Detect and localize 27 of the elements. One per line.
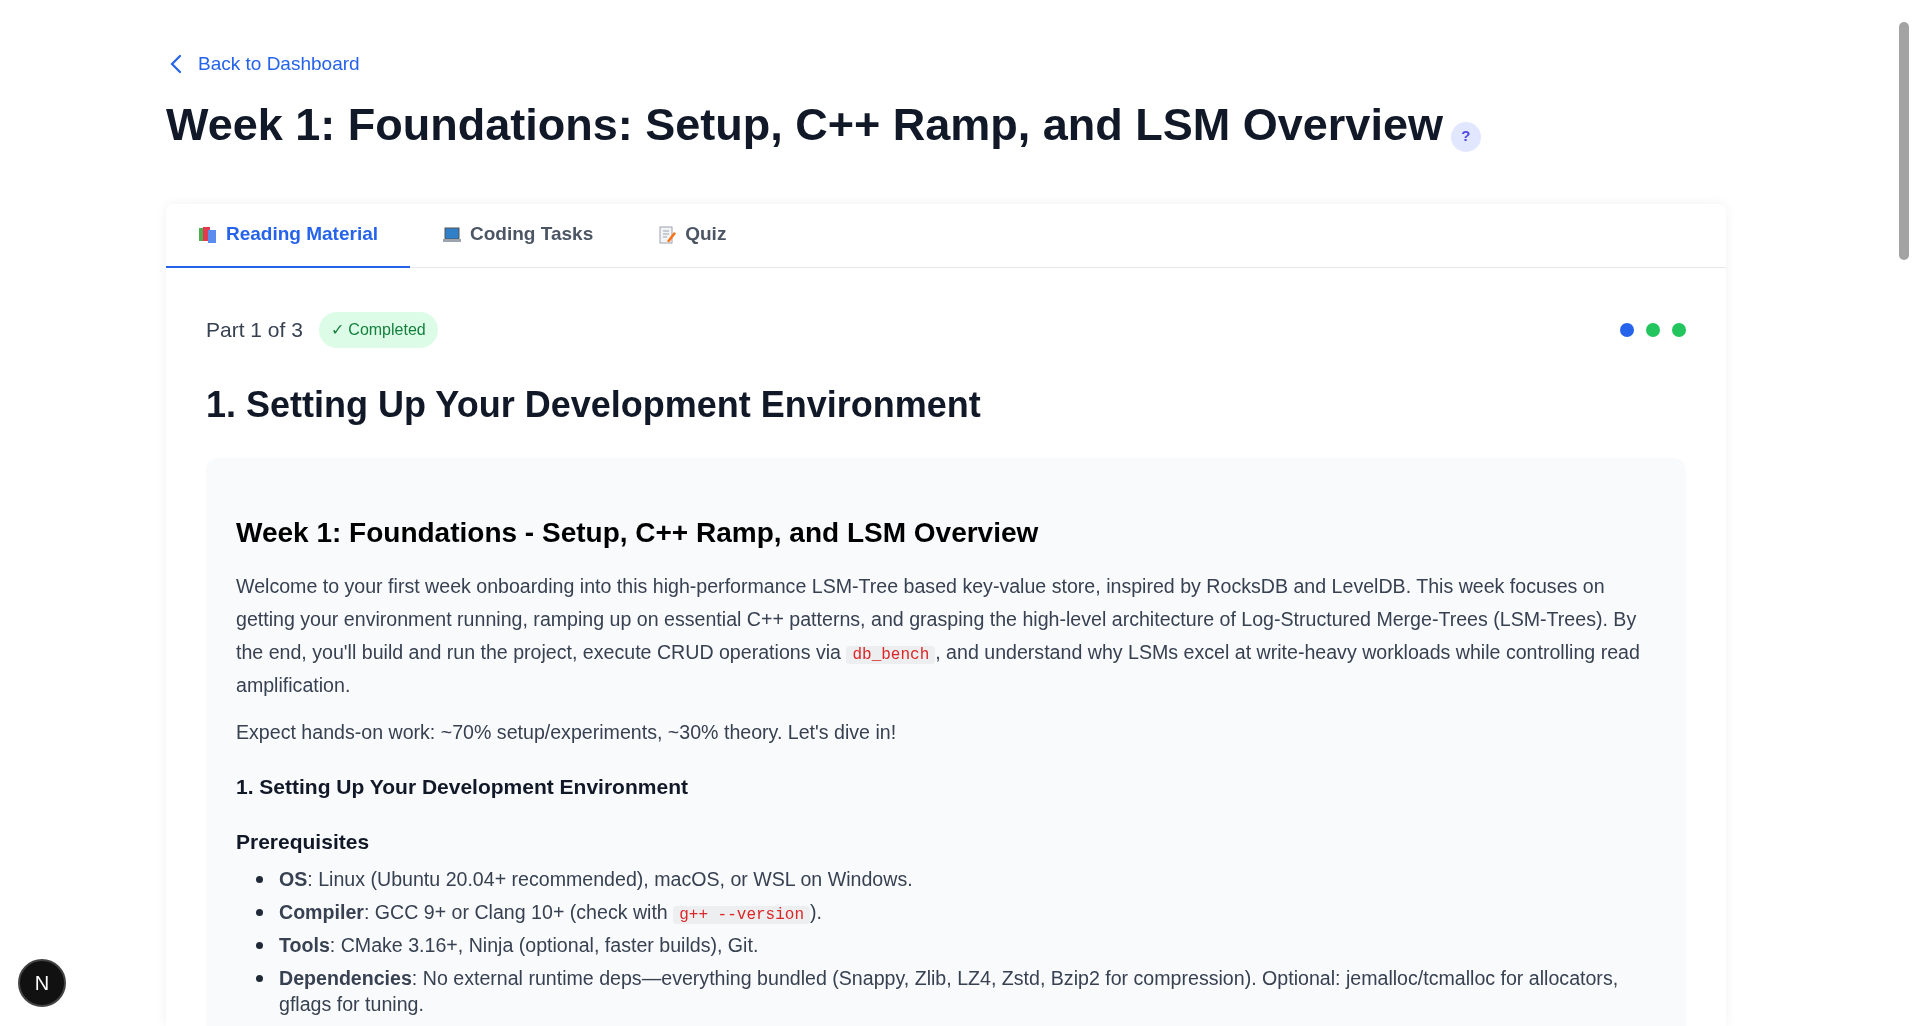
bullet-icon <box>256 908 263 916</box>
memo-icon <box>657 225 678 244</box>
bullet-icon <box>256 974 263 982</box>
back-link[interactable]: Back to Dashboard <box>170 50 360 79</box>
subsection-heading: 1. Setting Up Your Development Environment <box>236 773 689 800</box>
status-badge: ✓ Completed <box>318 311 438 348</box>
list-item: Compiler: GCC 9+ or Clang 10+ (check with g++ --version ). <box>279 899 822 925</box>
tab[interactable]: Reading Material <box>166 203 411 268</box>
paragraph: Welcome to your first week onboarding into this high-performance LSM-Tree based key-value store, inspired by RocksDB and LevelDB. This week focuses on getting your environment running, ramping up on essential C++ patterns, and grasping the high-level architecture of Log-Structured Merge-Trees (LSM-Trees). By the end, you'll build and run the project, execute CRUD operations via db_bench , and understand why LSMs excel at write-heavy workloads while controlling read amplification. <box>236 573 1641 698</box>
bullet-icon <box>256 875 263 883</box>
n-badge[interactable]: N <box>18 959 66 1007</box>
list-item: Dependencies: No external runtime deps—everything bundled (Snappy, Zlib, LZ4, Zstd, Bzip2 for compression). Optional: jemalloc/tcmalloc for allocators, gflags for tuning. <box>279 965 1620 1017</box>
laptop-icon <box>442 225 463 244</box>
list-item: Tools: CMake 3.16+, Ninja (optional, faster builds), Git. <box>279 932 759 958</box>
part-label: Part 1 of 3 <box>206 316 303 343</box>
subheading: Prerequisites <box>236 829 371 855</box>
paragraph: Expect hands-on work: ~70% setup/experiments, ~30% theory. Let's dive in! <box>236 719 898 745</box>
help-button[interactable]: ? <box>1450 121 1481 152</box>
section-heading: Week 1: Foundations - Setup, C++ Ramp, and LSM Overview <box>236 515 1040 550</box>
tab[interactable]: Quiz <box>625 203 759 268</box>
list-item: OS: Linux (Ubuntu 20.04+ recommended), macOS, or WSL on Windows. <box>279 866 913 892</box>
books-icon <box>198 225 218 244</box>
tab[interactable]: Coding Tasks <box>410 203 626 268</box>
bullet-icon <box>256 941 263 949</box>
scrollbar-thumb[interactable] <box>1899 22 1909 260</box>
page-title: Week 1: Foundations: Setup, C++ Ramp, and LSM Overview <box>166 98 1443 153</box>
section-title: 1. Setting Up Your Development Environment <box>206 382 982 427</box>
